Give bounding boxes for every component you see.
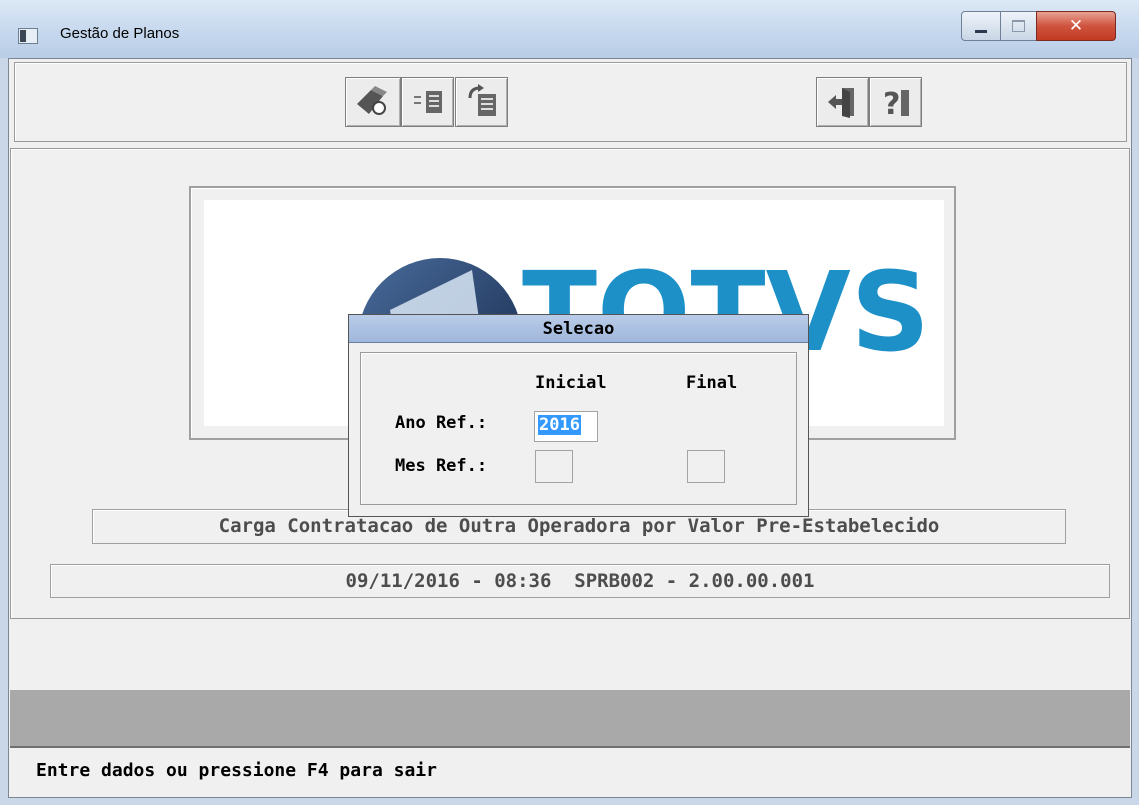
close-icon: ✕ xyxy=(1068,16,1084,36)
column-header-inicial: Inicial xyxy=(535,373,607,393)
minimize-icon xyxy=(962,12,1000,40)
gray-band xyxy=(10,690,1130,746)
app-icon xyxy=(18,28,38,44)
ano-ref-inicial-input[interactable]: 2016 xyxy=(534,411,598,442)
history-icon xyxy=(468,84,496,116)
status-message: Entre dados ou pressione F4 para sair xyxy=(36,760,437,781)
list-icon xyxy=(413,91,442,113)
ano-ref-inicial-value: 2016 xyxy=(538,415,581,435)
help-icon: ? xyxy=(883,87,909,120)
execute-button[interactable] xyxy=(345,77,401,127)
status-separator xyxy=(10,746,1130,748)
execute-icon xyxy=(357,86,387,115)
version-info: 09/11/2016 - 08:36 SPRB002 - 2.00.00.001 xyxy=(50,564,1110,598)
column-header-final: Final xyxy=(686,373,738,393)
svg-text:?: ? xyxy=(883,87,900,120)
minimize-button[interactable] xyxy=(961,11,1001,41)
exit-button[interactable] xyxy=(816,77,869,127)
ano-ref-label: Ano Ref.: xyxy=(395,413,488,433)
toolbar xyxy=(14,62,1127,142)
dialog-title[interactable]: Selecao xyxy=(349,315,808,343)
mes-ref-final-input[interactable] xyxy=(687,450,725,483)
history-button[interactable] xyxy=(455,77,508,127)
mes-ref-label: Mes Ref.: xyxy=(395,456,488,476)
maximize-button[interactable] xyxy=(1000,11,1037,41)
window-title: Gestão de Planos xyxy=(60,25,180,42)
list-button[interactable] xyxy=(401,77,454,127)
help-button[interactable]: ? xyxy=(869,77,922,127)
close-button[interactable]: ✕ xyxy=(1036,11,1116,41)
maximize-icon xyxy=(1001,12,1036,40)
mes-ref-inicial-input[interactable] xyxy=(535,450,573,483)
exit-icon xyxy=(827,88,854,118)
